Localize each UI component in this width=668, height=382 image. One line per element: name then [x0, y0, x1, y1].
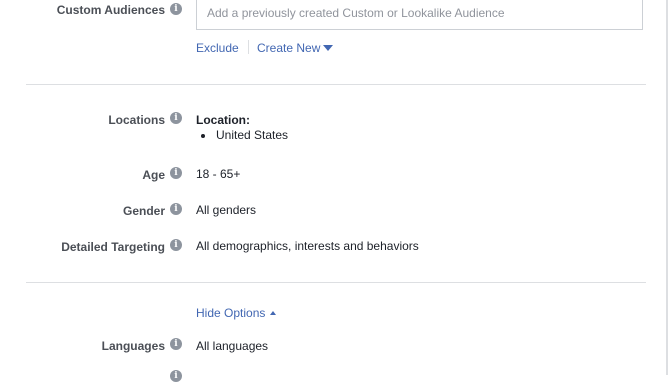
custom-audiences-input[interactable]	[197, 0, 627, 28]
exclude-link[interactable]: Exclude	[196, 41, 239, 55]
caret-up-icon	[270, 311, 277, 315]
info-icon[interactable]: i	[170, 203, 182, 215]
create-new-button[interactable]: Create New	[257, 41, 334, 55]
info-icon[interactable]: i	[170, 239, 182, 251]
custom-audiences-label: Custom Audiences	[56, 3, 165, 17]
gender-label: Gender	[122, 204, 165, 218]
audience-panel: Custom Audiences i Exclude Create New Lo…	[0, 0, 668, 382]
location-item: United States	[216, 128, 289, 142]
create-new-label: Create New	[257, 41, 321, 55]
locations-label: Locations	[108, 113, 165, 127]
detailed-targeting-label: Detailed Targeting	[61, 240, 165, 254]
hide-options-label: Hide Options	[196, 306, 266, 320]
info-icon[interactable]: i	[170, 112, 182, 124]
info-icon[interactable]: i	[170, 167, 182, 179]
info-icon[interactable]: i	[170, 370, 182, 382]
caret-down-icon	[323, 45, 334, 51]
languages-value: All languages	[196, 339, 269, 353]
bullet-icon	[201, 134, 205, 138]
gender-value: All genders	[196, 203, 257, 217]
info-icon[interactable]: i	[170, 338, 182, 350]
custom-audiences-input-box[interactable]	[196, 0, 643, 30]
info-icon[interactable]: i	[170, 3, 182, 15]
age-value: 18 - 65+	[196, 167, 241, 181]
location-heading: Location:	[196, 113, 250, 127]
languages-label: Languages	[101, 339, 165, 353]
section-divider	[26, 84, 646, 85]
detailed-targeting-value: All demographics, interests and behavior…	[196, 239, 419, 253]
link-separator	[248, 40, 249, 54]
hide-options-button[interactable]: Hide Options	[196, 306, 277, 320]
age-label: Age	[142, 168, 165, 182]
section-divider	[26, 282, 646, 283]
